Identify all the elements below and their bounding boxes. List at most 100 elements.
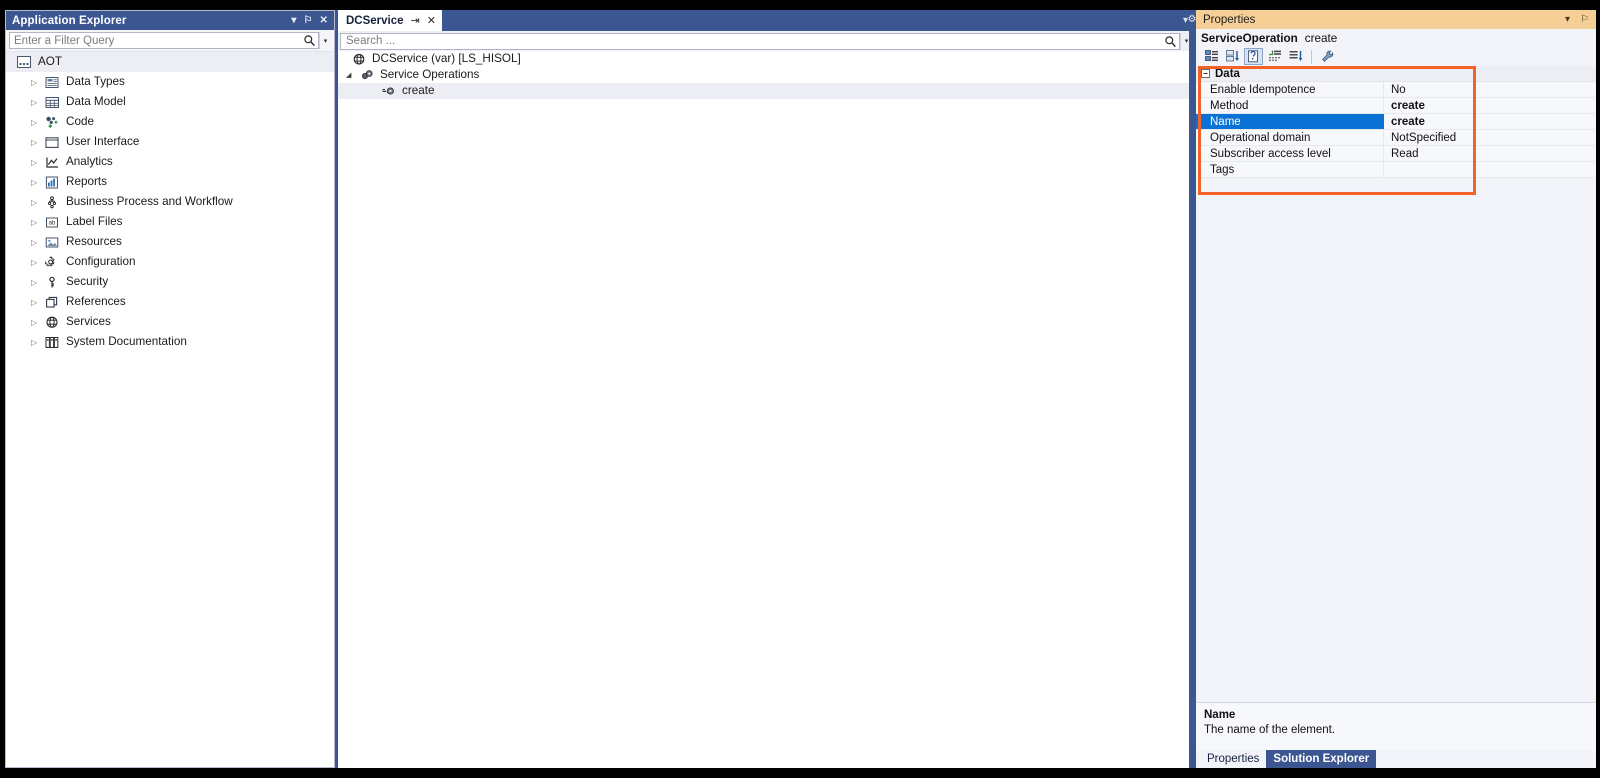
- sidebar-item-business-process-and-workflow[interactable]: ▷ Business Process and Workflow: [6, 192, 334, 212]
- property-value[interactable]: create: [1384, 114, 1596, 129]
- sidebar-item-system-documentation[interactable]: ▷ System Documentation: [6, 332, 334, 352]
- properties-page-icon[interactable]: [1244, 48, 1263, 65]
- pin-icon[interactable]: ⚐: [1580, 14, 1589, 25]
- property-row[interactable]: Operational domain NotSpecified: [1196, 130, 1596, 146]
- properties-object-name: create: [1304, 31, 1338, 45]
- events-icon[interactable]: [1265, 48, 1284, 65]
- properties-titlebar: Properties ▾ ⚐: [1196, 10, 1596, 29]
- sidebar-item-analytics[interactable]: ▷ Analytics: [6, 152, 334, 172]
- sidebar-item-label: Reports: [66, 175, 107, 189]
- property-row[interactable]: Tags: [1196, 162, 1596, 178]
- sidebar-item-label: References: [66, 295, 126, 309]
- expander-icon[interactable]: ▷: [31, 158, 44, 167]
- property-name[interactable]: Tags: [1196, 162, 1384, 177]
- document-panel: DCService ⇥ ✕ ▾ ▾ DCService (var) [LS_HI…: [338, 10, 1194, 768]
- tree-root-aot[interactable]: AOT: [6, 52, 334, 72]
- expander-icon[interactable]: ▷: [31, 278, 44, 287]
- property-value[interactable]: [1384, 162, 1596, 177]
- dropdown-icon[interactable]: ▾: [291, 15, 296, 26]
- search-input[interactable]: [346, 35, 1164, 47]
- expander-icon[interactable]: ▷: [31, 298, 44, 307]
- pin-icon[interactable]: ⚐: [303, 15, 312, 26]
- properties-bottom-tabs: Properties Solution Explorer: [1196, 750, 1596, 768]
- sidebar-item-data-model[interactable]: ▷ Data Model: [6, 92, 334, 112]
- sidebar-item-resources[interactable]: ▷ Resources: [6, 232, 334, 252]
- sidebar-item-label-files[interactable]: ▷ ab Label Files: [6, 212, 334, 232]
- sidebar-item-services[interactable]: ▷ Services: [6, 312, 334, 332]
- application-explorer-titlebar-buttons: ▾ ⚐ ✕: [291, 15, 330, 26]
- property-value[interactable]: create: [1384, 98, 1596, 113]
- properties-object-type: ServiceOperation: [1201, 31, 1298, 45]
- expander-icon[interactable]: ▷: [31, 218, 44, 227]
- property-name[interactable]: Subscriber access level: [1196, 146, 1384, 161]
- expander-icon[interactable]: ▷: [31, 198, 44, 207]
- system-documentation-icon: [44, 334, 60, 350]
- tab-solution-explorer[interactable]: Solution Explorer: [1266, 750, 1377, 768]
- property-value[interactable]: Read: [1384, 146, 1596, 161]
- expander-icon[interactable]: ▷: [31, 138, 44, 147]
- code-icon: [44, 114, 60, 130]
- designer-tree-item-create[interactable]: create: [338, 83, 1194, 99]
- sidebar-item-user-interface[interactable]: ▷ User Interface: [6, 132, 334, 152]
- property-name[interactable]: Method: [1196, 98, 1384, 113]
- designer-tree-item-dcservice-var-ls-hisol-[interactable]: DCService (var) [LS_HISOL]: [338, 51, 1194, 67]
- reports-icon: [44, 174, 60, 190]
- filter-query-box[interactable]: [9, 32, 319, 49]
- designer-tree[interactable]: DCService (var) [LS_HISOL] ◢ Service Opera…: [338, 51, 1194, 768]
- expander-icon[interactable]: ▷: [31, 338, 44, 347]
- sidebar-item-references[interactable]: ▷ References: [6, 292, 334, 312]
- expander-icon[interactable]: ▷: [31, 318, 44, 327]
- property-name[interactable]: Enable Idempotence: [1196, 82, 1384, 97]
- collapse-icon[interactable]: −: [1201, 69, 1210, 78]
- expander-icon[interactable]: ▷: [31, 98, 44, 107]
- property-name[interactable]: Operational domain: [1196, 130, 1384, 145]
- designer-tree-item-service-operations[interactable]: ◢ Service Operations: [338, 67, 1194, 83]
- expander-icon[interactable]: ▷: [31, 118, 44, 127]
- property-value[interactable]: No: [1384, 82, 1596, 97]
- pin-icon[interactable]: ⇥: [411, 14, 420, 27]
- property-row[interactable]: Name create: [1196, 114, 1596, 130]
- expander-icon[interactable]: ▷: [31, 258, 44, 267]
- sidebar-item-label: Resources: [66, 235, 122, 249]
- close-icon[interactable]: ✕: [427, 14, 436, 27]
- properties-grid[interactable]: − Data Enable Idempotence No Method create N…: [1196, 66, 1596, 178]
- sidebar-item-code[interactable]: ▷ Code: [6, 112, 334, 132]
- alphabetical-sort-icon[interactable]: [1223, 48, 1242, 65]
- aot-tree[interactable]: AOT ▷ Data Types ▷ Data Model ▷ Code ▷ User Int…: [6, 51, 334, 767]
- security-icon: [44, 274, 60, 290]
- filter-dropdown-icon[interactable]: ▾: [319, 32, 331, 49]
- close-icon[interactable]: ✕: [320, 15, 328, 26]
- expander-icon[interactable]: ◢: [346, 71, 360, 79]
- designer-search-box[interactable]: [340, 32, 1180, 50]
- dropdown-icon[interactable]: ▾: [1565, 14, 1570, 25]
- properties-category-data[interactable]: − Data: [1196, 66, 1596, 82]
- property-row[interactable]: Enable Idempotence No: [1196, 82, 1596, 98]
- categorized-icon[interactable]: [1202, 48, 1221, 65]
- application-explorer-panel: Application Explorer ▾ ⚐ ✕ ▾ AOT: [5, 10, 335, 768]
- workflow-icon: [44, 194, 60, 210]
- properties-titlebar-buttons: ▾ ⚐: [1565, 14, 1592, 25]
- sidebar-item-configuration[interactable]: ▷ Configuration: [6, 252, 334, 272]
- filter-query-input[interactable]: [14, 34, 303, 47]
- expander-icon[interactable]: ▷: [31, 78, 44, 87]
- property-row[interactable]: Method create: [1196, 98, 1596, 114]
- tab-dcservice[interactable]: DCService ⇥ ✕: [338, 10, 442, 31]
- property-row[interactable]: Subscriber access level Read: [1196, 146, 1596, 162]
- analytics-icon: [44, 154, 60, 170]
- expander-icon[interactable]: ▷: [31, 178, 44, 187]
- expander-icon[interactable]: ▷: [31, 238, 44, 247]
- wrench-icon[interactable]: [1318, 48, 1337, 65]
- property-name[interactable]: Name: [1196, 114, 1384, 129]
- tab-properties[interactable]: Properties: [1200, 750, 1267, 768]
- sidebar-item-label: Security: [66, 275, 109, 289]
- aot-icon: [16, 54, 32, 70]
- property-value[interactable]: NotSpecified: [1384, 130, 1596, 145]
- sidebar-item-data-types[interactable]: ▷ Data Types: [6, 72, 334, 92]
- search-icon[interactable]: [303, 34, 316, 47]
- sidebar-item-security[interactable]: ▷ Security: [6, 272, 334, 292]
- search-icon[interactable]: [1164, 35, 1177, 48]
- sidebar-item-label: Services: [66, 315, 111, 329]
- property-pages-icon[interactable]: [1286, 48, 1305, 65]
- toolbar-separator: [1311, 49, 1312, 64]
- sidebar-item-reports[interactable]: ▷ Reports: [6, 172, 334, 192]
